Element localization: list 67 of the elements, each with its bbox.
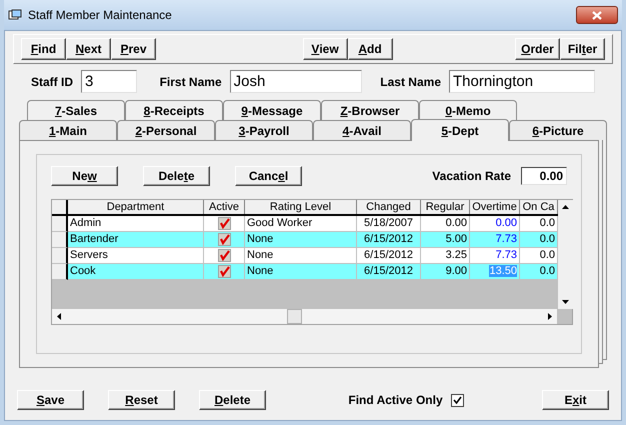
action-button[interactable]: Delete: [143, 166, 210, 186]
tab[interactable]: 0-Memo: [419, 100, 517, 120]
table-cell: 6/15/2012: [357, 264, 421, 280]
close-button[interactable]: [576, 6, 618, 24]
grid-row[interactable]: Cook None 6/15/2012 9.00 13.50 0.0: [52, 264, 558, 280]
checkbox-label: Find Active Only: [348, 392, 443, 409]
checkbox[interactable]: [450, 394, 464, 406]
field-label: Last Name: [380, 74, 441, 90]
column-header[interactable]: Active: [204, 200, 245, 214]
table-cell: 0.00: [496, 217, 517, 229]
action-button[interactable]: Save: [17, 390, 84, 410]
toolbar-button[interactable]: Find: [21, 38, 66, 60]
horizontal-scrollbar[interactable]: [52, 309, 558, 324]
tab[interactable]: 8-Receipts: [125, 100, 223, 120]
table-cell: 7.73: [496, 233, 517, 245]
action-button[interactable]: Reset: [108, 390, 175, 410]
checkbox[interactable]: [218, 265, 230, 278]
action-button[interactable]: New: [51, 166, 118, 186]
toolbar-button[interactable]: Prev: [111, 38, 156, 60]
tab[interactable]: Z-Browser: [321, 100, 419, 120]
row-header: [52, 248, 68, 264]
action-button[interactable]: Delete: [199, 390, 266, 410]
table-cell: 9.00: [421, 264, 470, 280]
table-cell: Cook: [68, 264, 204, 280]
row-header: [52, 264, 68, 280]
exit-button[interactable]: Exit: [542, 390, 609, 410]
scroll-thumb[interactable]: [287, 309, 302, 324]
tab[interactable]: 4-Avail: [313, 120, 411, 140]
app-icon: [8, 9, 22, 21]
tab[interactable]: 6-Picture: [509, 120, 607, 140]
checkbox[interactable]: [218, 217, 230, 230]
table-cell: 13.50: [489, 265, 517, 277]
vacation-rate-field[interactable]: 0.00: [521, 167, 567, 185]
tab[interactable]: 3-Payroll: [215, 120, 313, 140]
toolbar-button[interactable]: Order: [515, 38, 560, 60]
grid-row[interactable]: Admin Good Worker 5/18/2007 0.00 0.00 0.0: [52, 216, 558, 232]
column-header[interactable]: Regular: [421, 200, 470, 214]
grid-row[interactable]: Servers None 6/15/2012 3.25 7.73 0.0: [52, 248, 558, 264]
close-icon: [592, 10, 602, 20]
text-field[interactable]: 3: [81, 70, 137, 93]
tab[interactable]: 2-Personal: [117, 120, 215, 140]
tab[interactable]: 1-Main: [19, 120, 117, 140]
toolbar-button[interactable]: Filter: [560, 38, 605, 60]
field-label: First Name: [160, 74, 222, 90]
column-header[interactable]: Rating Level: [245, 200, 357, 214]
window-title: Staff Member Maintenance: [28, 7, 173, 24]
action-button[interactable]: Cancel: [235, 166, 302, 186]
table-cell: None: [245, 264, 357, 280]
tab[interactable]: 9-Message: [223, 100, 321, 120]
checkbox[interactable]: [218, 233, 230, 246]
grid-row[interactable]: Bartender None 6/15/2012 5.00 7.73 0.0: [52, 232, 558, 248]
toolbar-button[interactable]: View: [302, 38, 348, 60]
toolbar-button[interactable]: Next: [66, 38, 111, 60]
vertical-scrollbar[interactable]: [558, 200, 573, 309]
text-field[interactable]: Thornington: [449, 70, 595, 93]
column-header[interactable]: Department: [68, 200, 204, 214]
column-header[interactable]: Changed: [357, 200, 421, 214]
checkbox[interactable]: [218, 249, 230, 262]
field-label: Vacation Rate: [432, 168, 511, 185]
text-field[interactable]: Josh: [230, 70, 362, 93]
toolbar-button[interactable]: Add: [348, 38, 392, 60]
row-header: [52, 232, 68, 248]
tab[interactable]: 7-Sales: [27, 100, 125, 120]
field-label: Staff ID: [31, 74, 73, 90]
column-header[interactable]: Overtime: [470, 200, 520, 214]
tab[interactable]: 5-Dept: [411, 119, 509, 141]
table-cell: 7.73: [496, 249, 517, 261]
